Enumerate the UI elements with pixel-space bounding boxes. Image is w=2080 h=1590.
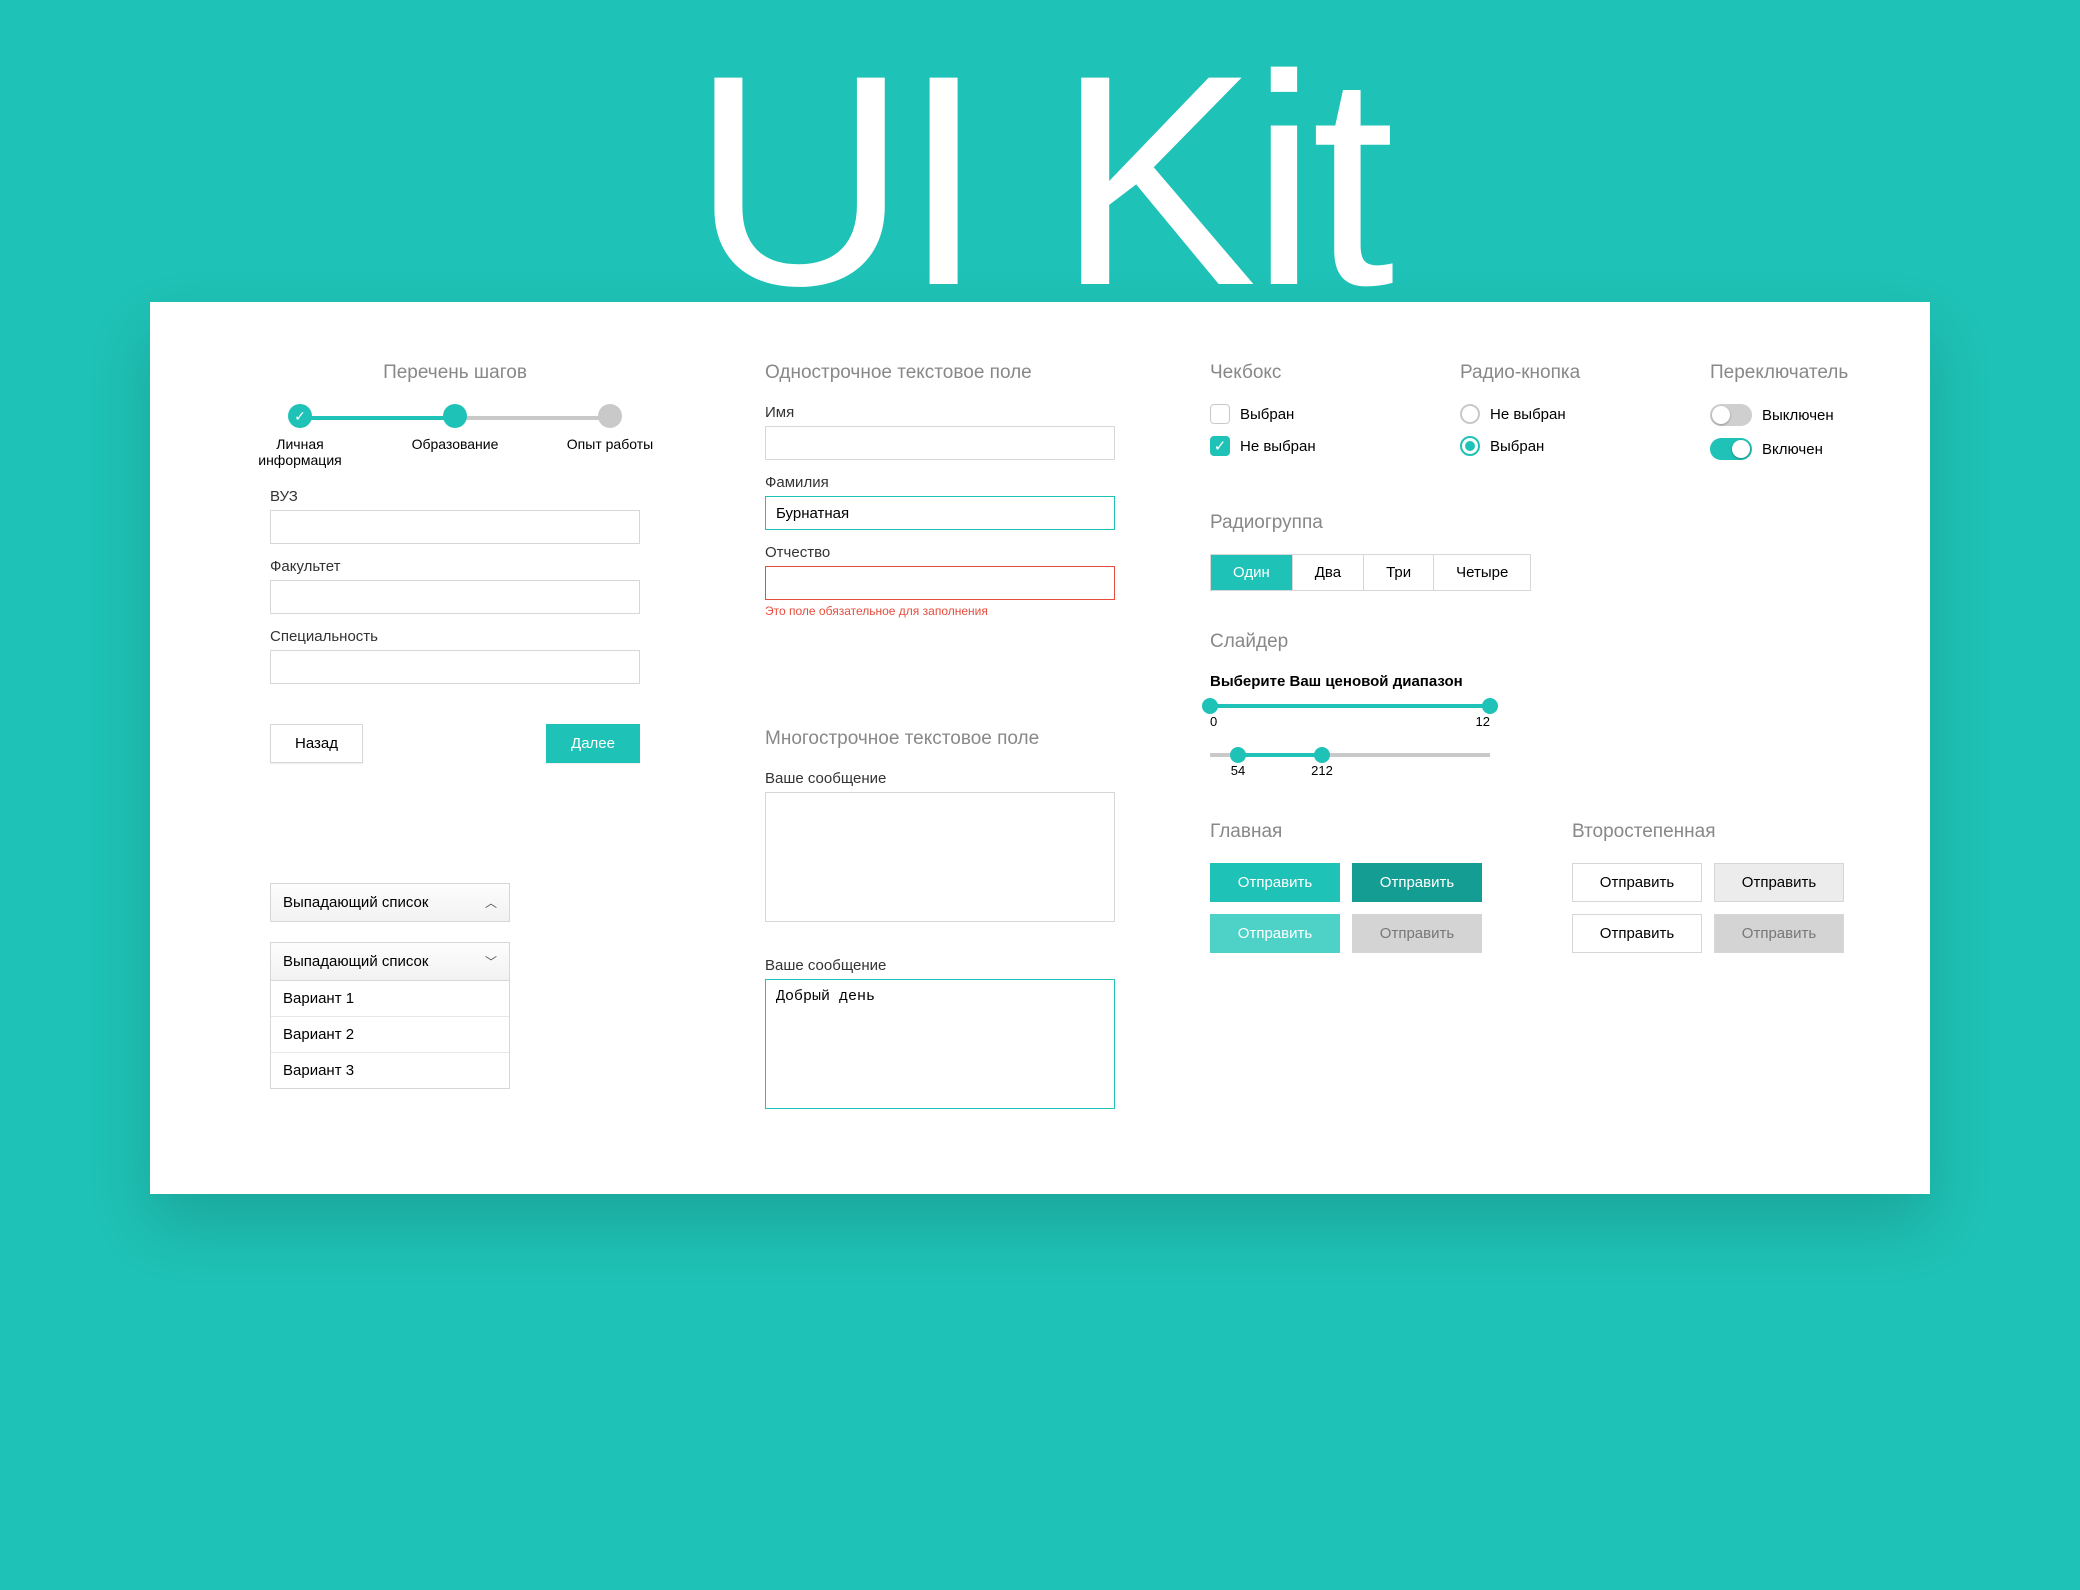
- checkbox-checked-icon: ✓: [1210, 436, 1230, 456]
- switch-label: Выключен: [1762, 407, 1834, 424]
- faculty-label: Факультет: [270, 558, 640, 575]
- hero-title: UI Kit: [0, 30, 2080, 330]
- switch-off[interactable]: [1710, 404, 1752, 426]
- primary-button-active[interactable]: Отправить: [1210, 914, 1340, 953]
- vuz-label: ВУЗ: [270, 488, 640, 505]
- surname-input[interactable]: [765, 496, 1115, 530]
- radio-label: Выбран: [1490, 438, 1544, 455]
- step-connector: [455, 416, 610, 420]
- radiogroup: Один Два Три Четыре: [1210, 554, 1531, 591]
- radiogroup-title: Радиогруппа: [1210, 512, 1950, 534]
- slider-max-value: 12: [1476, 714, 1490, 729]
- primary-button[interactable]: Отправить: [1210, 863, 1340, 902]
- dropdown-open[interactable]: Выпадающий список ﹀: [270, 942, 510, 981]
- slider-thumb-min-icon[interactable]: [1202, 698, 1218, 714]
- slider-thumb-a-icon[interactable]: [1230, 747, 1246, 763]
- secondary-button-disabled: Отправить: [1714, 914, 1844, 953]
- switch-label: Включен: [1762, 441, 1823, 458]
- secondary-button-active[interactable]: Отправить: [1572, 914, 1702, 953]
- step-connector: [300, 416, 455, 420]
- step-label: Образование: [395, 436, 515, 452]
- speciality-label: Специальность: [270, 628, 640, 645]
- secondary-button-hover[interactable]: Отправить: [1714, 863, 1844, 902]
- next-button[interactable]: Далее: [546, 724, 640, 763]
- check-icon: ✓: [288, 404, 312, 428]
- radio-selected[interactable]: Выбран: [1460, 436, 1660, 456]
- step-label: Опыт работы: [550, 436, 670, 452]
- slider-partial-range[interactable]: [1210, 753, 1490, 757]
- textarea-title: Многострочное текстовое поле: [765, 728, 1115, 750]
- checkbox-unchecked[interactable]: Выбран: [1210, 404, 1410, 424]
- checkbox-title: Чекбокс: [1210, 362, 1410, 384]
- checkbox-checked[interactable]: ✓ Не выбран: [1210, 436, 1410, 456]
- slider-value-a: 54: [1231, 763, 1245, 778]
- radio-label: Не выбран: [1490, 406, 1566, 423]
- message-textarea-filled[interactable]: [765, 979, 1115, 1109]
- ui-kit-panel: Перечень шагов ✓ Личная информация Образ…: [150, 302, 1930, 1194]
- step-dot-icon: [598, 404, 622, 428]
- checkbox-icon: [1210, 404, 1230, 424]
- radio-title: Радио-кнопка: [1460, 362, 1660, 384]
- secondary-button[interactable]: Отправить: [1572, 863, 1702, 902]
- primary-button-disabled: Отправить: [1352, 914, 1482, 953]
- surname-label: Фамилия: [765, 474, 1115, 491]
- checkbox-label: Не выбран: [1240, 438, 1316, 455]
- step-label: Личная информация: [240, 436, 360, 468]
- vuz-input[interactable]: [270, 510, 640, 544]
- slider-min-value: 0: [1210, 714, 1217, 729]
- slider-full-range[interactable]: [1210, 704, 1490, 708]
- slider-label: Выберите Ваш ценовой диапазон: [1210, 673, 1490, 690]
- seg-three[interactable]: Три: [1364, 555, 1434, 590]
- radio-selected-icon: [1460, 436, 1480, 456]
- dropdown-option-1[interactable]: Вариант 1: [271, 981, 509, 1016]
- dropdown-label: Выпадающий список: [283, 953, 428, 970]
- radio-icon: [1460, 404, 1480, 424]
- slider-value-b: 212: [1311, 763, 1333, 778]
- slider-thumb-max-icon[interactable]: [1482, 698, 1498, 714]
- name-label: Имя: [765, 404, 1115, 421]
- seg-two[interactable]: Два: [1293, 555, 1364, 590]
- dropdown-option-3[interactable]: Вариант 3: [271, 1052, 509, 1088]
- error-message: Это поле обязательное для заполнения: [765, 604, 1115, 618]
- stepper: ✓ Личная информация Образование Опыт раб…: [240, 404, 670, 468]
- chevron-up-icon: ︿: [485, 894, 497, 911]
- faculty-input[interactable]: [270, 580, 640, 614]
- step-experience[interactable]: Опыт работы: [550, 404, 670, 452]
- textfield-title: Однострочное текстовое поле: [765, 362, 1115, 384]
- seg-four[interactable]: Четыре: [1434, 555, 1530, 590]
- speciality-input[interactable]: [270, 650, 640, 684]
- chevron-down-icon: ﹀: [485, 953, 497, 970]
- message-label-2: Ваше сообщение: [765, 957, 1115, 974]
- switch-on[interactable]: [1710, 438, 1752, 460]
- step-dot-icon: [443, 404, 467, 428]
- checkbox-label: Выбран: [1240, 406, 1294, 423]
- primary-buttons-title: Главная: [1210, 821, 1482, 843]
- name-input[interactable]: [765, 426, 1115, 460]
- primary-button-hover[interactable]: Отправить: [1352, 863, 1482, 902]
- patronymic-input[interactable]: [765, 566, 1115, 600]
- message-label: Ваше сообщение: [765, 770, 1115, 787]
- dropdown-label: Выпадающий список: [283, 894, 428, 911]
- back-button[interactable]: Назад: [270, 724, 363, 763]
- slider-thumb-b-icon[interactable]: [1314, 747, 1330, 763]
- seg-one[interactable]: Один: [1211, 555, 1293, 590]
- switch-title: Переключатель: [1710, 362, 1950, 384]
- dropdown-closed[interactable]: Выпадающий список ︿: [270, 883, 510, 922]
- message-textarea[interactable]: [765, 792, 1115, 922]
- step-education[interactable]: Образование: [395, 404, 515, 452]
- patronymic-label: Отчество: [765, 544, 1115, 561]
- stepper-title: Перечень шагов: [240, 362, 670, 384]
- step-personal-info[interactable]: ✓ Личная информация: [240, 404, 360, 468]
- radio-unselected[interactable]: Не выбран: [1460, 404, 1660, 424]
- slider-title: Слайдер: [1210, 631, 1950, 653]
- dropdown-option-2[interactable]: Вариант 2: [271, 1016, 509, 1052]
- secondary-buttons-title: Второстепенная: [1572, 821, 1844, 843]
